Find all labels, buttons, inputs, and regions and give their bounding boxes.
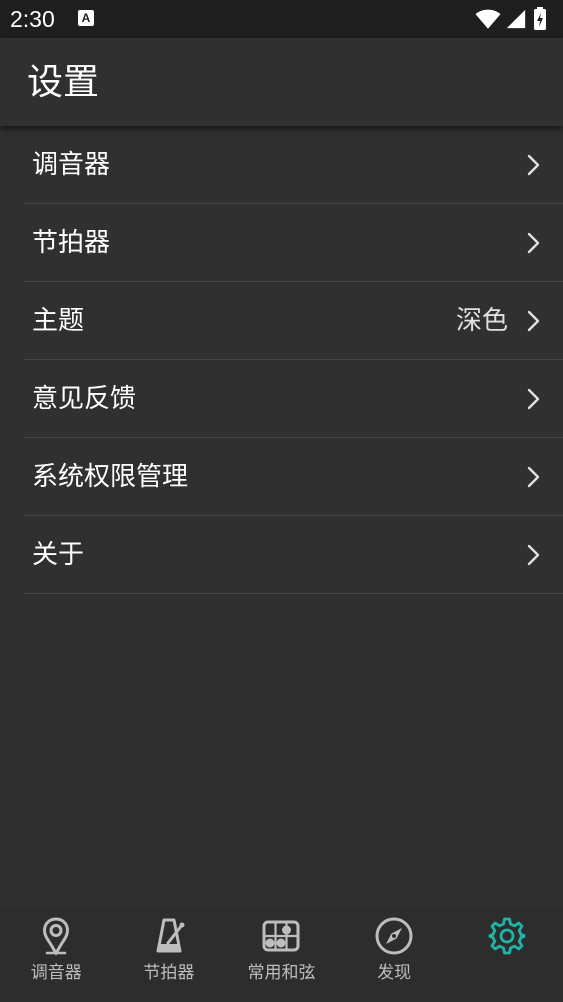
settings-item-about[interactable]: 关于 bbox=[24, 516, 563, 594]
settings-item-label: 系统权限管理 bbox=[32, 462, 189, 492]
chevron-right-icon bbox=[527, 310, 540, 332]
compass-icon bbox=[375, 917, 413, 955]
settings-item-label: 主题 bbox=[32, 306, 85, 336]
settings-item-permissions[interactable]: 系统权限管理 bbox=[24, 438, 563, 516]
nav-label: 发现 bbox=[377, 963, 412, 983]
wifi-icon bbox=[475, 9, 501, 29]
nav-item-discover[interactable]: 发现 bbox=[338, 906, 451, 1002]
status-indicators bbox=[475, 6, 555, 32]
nav-label: 调音器 bbox=[30, 963, 82, 983]
nav-item-chords[interactable]: 常用和弦 bbox=[225, 906, 338, 1002]
settings-item-label: 调音器 bbox=[32, 150, 111, 180]
chevron-right-icon bbox=[527, 466, 540, 488]
nav-item-settings[interactable] bbox=[450, 906, 563, 1002]
nav-label: 常用和弦 bbox=[247, 963, 316, 983]
nav-item-metronome[interactable]: 节拍器 bbox=[113, 906, 226, 1002]
metronome-icon bbox=[156, 918, 185, 953]
nav-label: 节拍器 bbox=[143, 963, 195, 983]
status-time: 2:30 bbox=[10, 6, 55, 32]
theme-value: 深色 bbox=[455, 306, 508, 336]
app-bar: 设置 bbox=[0, 38, 563, 126]
chord-grid-icon bbox=[262, 920, 300, 952]
gear-icon bbox=[488, 917, 526, 955]
settings-item-theme[interactable]: 主题 深色 bbox=[24, 282, 563, 360]
settings-item-metronome[interactable]: 节拍器 bbox=[24, 204, 563, 282]
cell-signal-icon bbox=[506, 9, 526, 29]
tuner-pin-icon bbox=[43, 917, 70, 956]
settings-list: 调音器 节拍器 主题 深色 意见反馈 系统权限管理 关于 bbox=[24, 126, 563, 594]
settings-item-label: 节拍器 bbox=[32, 228, 111, 258]
settings-item-tuner[interactable]: 调音器 bbox=[24, 126, 563, 204]
chevron-right-icon bbox=[527, 388, 540, 410]
status-bar: 2:30 A bbox=[0, 0, 563, 38]
nav-item-tuner[interactable]: 调音器 bbox=[0, 906, 113, 1002]
chevron-right-icon bbox=[527, 544, 540, 566]
battery-charging-icon bbox=[534, 7, 546, 30]
page-title: 设置 bbox=[27, 62, 100, 103]
settings-item-label: 意见反馈 bbox=[32, 384, 137, 414]
settings-item-label: 关于 bbox=[32, 540, 85, 570]
settings-item-feedback[interactable]: 意见反馈 bbox=[24, 360, 563, 438]
chevron-right-icon bbox=[527, 154, 540, 176]
notification-app-icon: A bbox=[78, 10, 94, 26]
bottom-nav: 调音器 节拍器 常用和弦 发现 bbox=[0, 906, 563, 1002]
chevron-right-icon bbox=[527, 232, 540, 254]
